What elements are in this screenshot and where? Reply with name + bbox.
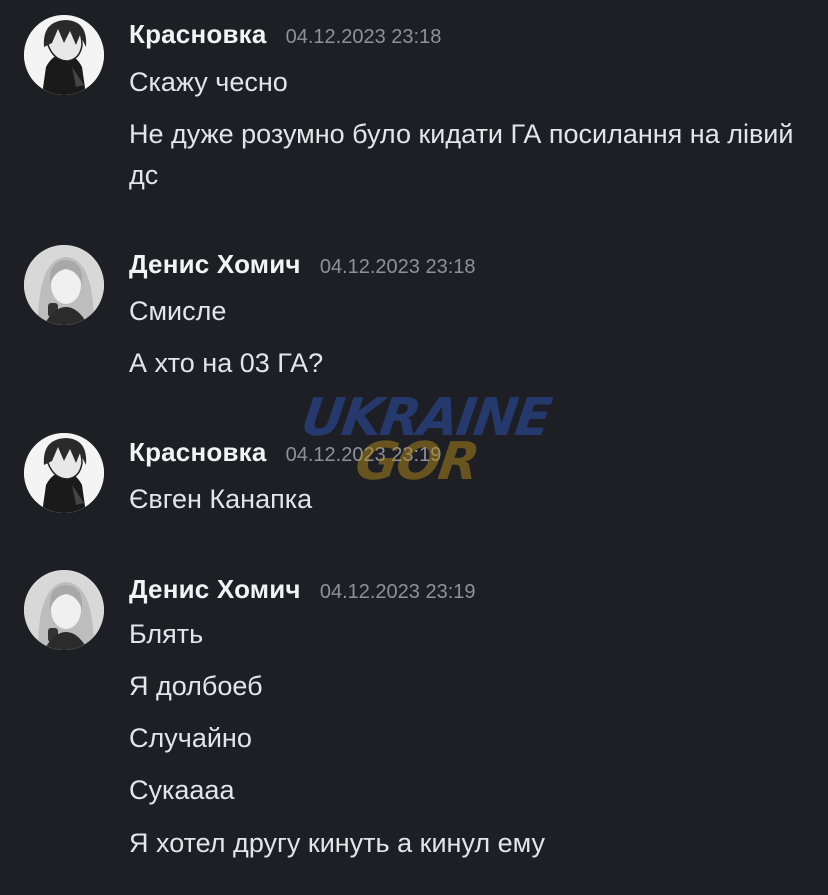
message-text[interactable]: Я долбоеб bbox=[129, 666, 809, 707]
message-text[interactable]: Я хотел другу кинуть а кинул ему bbox=[129, 823, 809, 864]
girl-portrait-avatar-icon[interactable] bbox=[24, 570, 104, 650]
message-text[interactable]: Євген Канапка bbox=[129, 479, 809, 520]
message-group: Красновка 04.12.2023 23:19 Євген Канапка bbox=[0, 433, 828, 533]
author-name[interactable]: Денис Хомич bbox=[129, 249, 301, 279]
author-name[interactable]: Красновка bbox=[129, 437, 267, 467]
author-name[interactable]: Красновка bbox=[129, 19, 267, 49]
message-text[interactable]: Случайно bbox=[129, 718, 809, 759]
timestamp: 04.12.2023 23:19 bbox=[285, 444, 442, 466]
message-text[interactable]: Блять bbox=[129, 614, 809, 655]
chat-message-list: Красновка 04.12.2023 23:18 Скажу чесно Н… bbox=[0, 0, 828, 895]
anime-boy-avatar-icon[interactable] bbox=[24, 433, 104, 513]
timestamp: 04.12.2023 23:18 bbox=[285, 26, 442, 48]
timestamp: 04.12.2023 23:19 bbox=[319, 581, 476, 603]
message-text[interactable]: А хто на 03 ГА? bbox=[129, 343, 809, 384]
message-text[interactable]: Скажу чесно bbox=[129, 62, 809, 103]
message-text[interactable]: Не дуже розумно було кидати ГА посилання… bbox=[129, 114, 799, 196]
author-name[interactable]: Денис Хомич bbox=[129, 574, 301, 604]
message-group: Денис Хомич 04.12.2023 23:19 Блять Я дол… bbox=[0, 570, 828, 870]
message-group: Денис Хомич 04.12.2023 23:18 Смисле А хт… bbox=[0, 245, 828, 395]
message-text[interactable]: Сукаааа bbox=[129, 770, 809, 811]
message-header: Красновка 04.12.2023 23:18 bbox=[129, 19, 441, 50]
timestamp: 04.12.2023 23:18 bbox=[319, 256, 476, 278]
message-header: Красновка 04.12.2023 23:19 bbox=[129, 437, 441, 468]
girl-portrait-avatar-icon[interactable] bbox=[24, 245, 104, 325]
message-text[interactable]: Смисле bbox=[129, 291, 809, 332]
message-group: Красновка 04.12.2023 23:18 Скажу чесно Н… bbox=[0, 15, 828, 215]
message-header: Денис Хомич 04.12.2023 23:18 bbox=[129, 249, 476, 280]
message-header: Денис Хомич 04.12.2023 23:19 bbox=[129, 574, 476, 605]
anime-boy-avatar-icon[interactable] bbox=[24, 15, 104, 95]
